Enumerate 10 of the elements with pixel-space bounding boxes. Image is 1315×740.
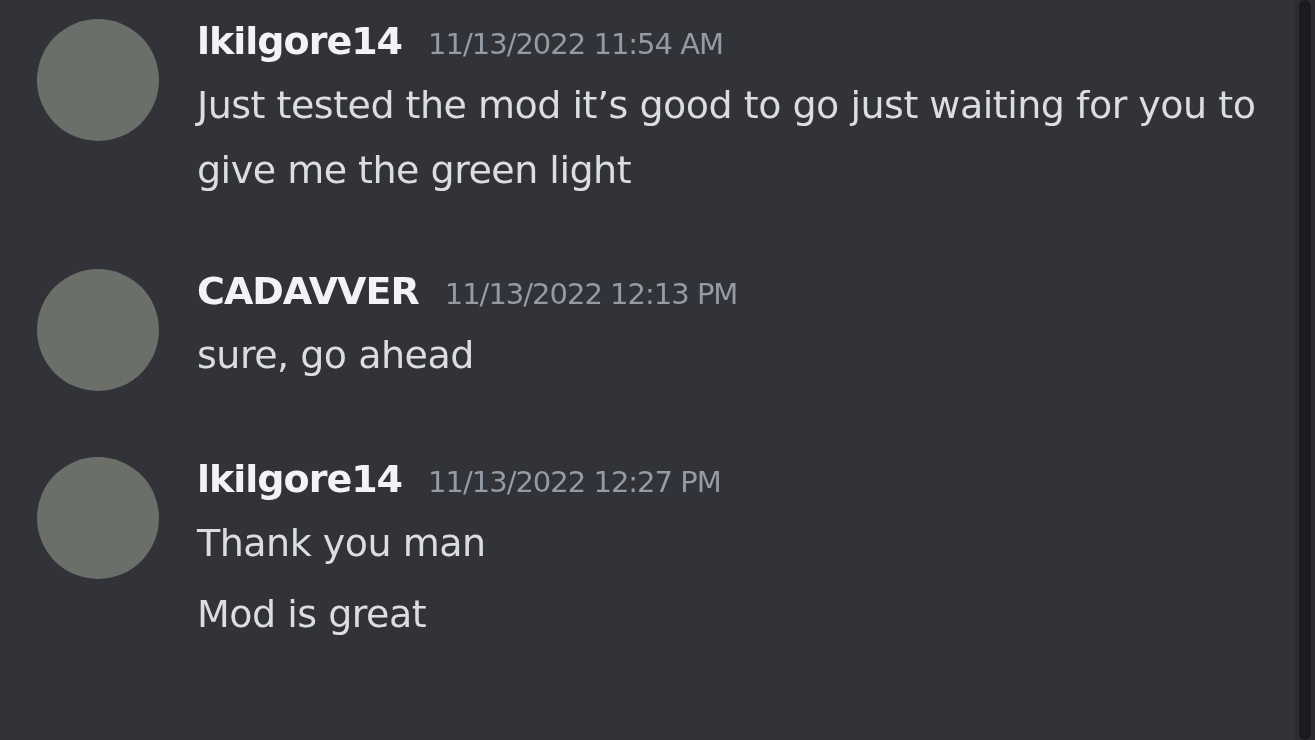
message-timestamp: 11/13/2022 11:54 AM: [428, 27, 724, 61]
message-text: sure, go ahead: [197, 332, 475, 379]
username[interactable]: CADAVVER: [197, 269, 419, 313]
message-timestamp: 11/13/2022 12:27 PM: [428, 465, 721, 499]
username[interactable]: lkilgore14: [197, 457, 403, 501]
username[interactable]: lkilgore14: [197, 19, 403, 63]
message-text: Thank you man: [197, 520, 487, 567]
message-timestamp: 11/13/2022 12:13 PM: [444, 277, 738, 311]
message-text: Just tested the mod it’s good to go just waiting for you to give me the green light: [197, 82, 1257, 194]
message-text: Mod is great: [197, 591, 428, 638]
